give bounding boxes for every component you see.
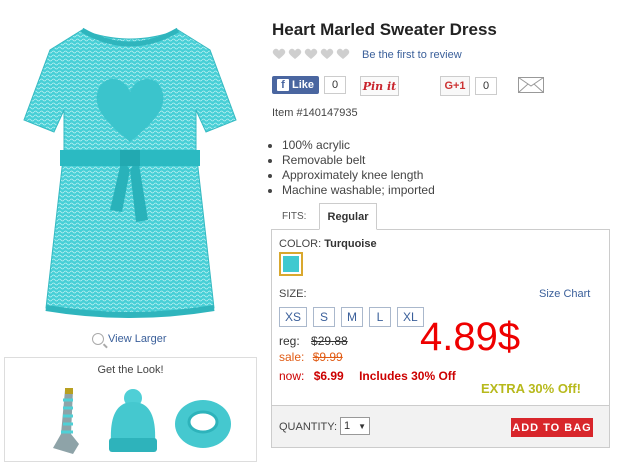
- chevron-down-icon: ▼: [358, 421, 366, 431]
- knit-hat-image[interactable]: [103, 388, 163, 456]
- heart-icon: [288, 48, 302, 59]
- view-larger-link[interactable]: View Larger: [92, 333, 167, 345]
- size-option-xs[interactable]: XS: [279, 307, 308, 327]
- heart-icon: [304, 48, 318, 59]
- google-plus-button[interactable]: G+1: [440, 76, 470, 96]
- facebook-like: f Like 0: [272, 76, 347, 94]
- extra-discount-badge: EXTRA 30% Off!: [481, 381, 581, 396]
- email-icon[interactable]: [518, 77, 544, 93]
- overlay-price: 4.89$: [420, 315, 521, 359]
- rating-hearts: [272, 48, 350, 60]
- now-price: now: $6.99 Includes 30% Off: [279, 369, 456, 383]
- get-the-look-panel: Get the Look!: [4, 357, 257, 462]
- leg-warmer-image[interactable]: [39, 386, 91, 458]
- sale-label: sale:: [279, 350, 305, 364]
- quantity-value: 1: [344, 420, 351, 432]
- quantity-label: QUANTITY:: [279, 421, 338, 433]
- size-option-l[interactable]: L: [369, 307, 392, 327]
- facebook-like-label: Like: [292, 79, 315, 91]
- add-to-bag-button[interactable]: ADD TO BAG: [511, 418, 593, 437]
- now-label: now:: [279, 369, 305, 383]
- color-label-text: COLOR:: [279, 238, 322, 250]
- color-value: Turquoise: [324, 238, 377, 250]
- feature-item: 100% acrylic: [282, 138, 435, 153]
- google-plus-count: 0: [475, 77, 497, 95]
- facebook-like-button[interactable]: f Like: [272, 76, 320, 94]
- sale-price: sale: $9.99: [279, 350, 343, 364]
- size-label: SIZE:: [279, 288, 307, 300]
- google-plus: G+1 0: [440, 76, 497, 96]
- size-option-m[interactable]: M: [341, 307, 364, 327]
- first-review-link[interactable]: Be the first to review: [362, 49, 462, 61]
- product-features: 100% acrylic Removable belt Approximatel…: [270, 138, 435, 198]
- now-price-value: $6.99: [313, 369, 344, 383]
- item-number: Item #140147935: [272, 107, 358, 119]
- regular-price: reg: $29.88: [279, 334, 348, 348]
- get-the-look-title: Get the Look!: [97, 364, 164, 376]
- color-swatch-turquoise[interactable]: [279, 252, 303, 276]
- pinterest-button[interactable]: Pin it: [360, 76, 399, 96]
- feature-item: Machine washable; imported: [282, 183, 435, 198]
- reg-label: reg:: [279, 334, 300, 348]
- sale-price-value: $9.99: [312, 350, 343, 364]
- color-label: COLOR: Turquoise: [279, 238, 377, 250]
- view-larger-label: View Larger: [108, 333, 167, 345]
- heart-icon: [272, 48, 286, 59]
- heart-icon: [320, 48, 334, 59]
- size-options: XS S M L XL: [279, 307, 424, 327]
- feature-item: Approximately knee length: [282, 168, 435, 183]
- magnifier-icon: [92, 333, 104, 345]
- swatch-fill: [283, 256, 299, 272]
- product-title: Heart Marled Sweater Dress: [272, 20, 497, 39]
- facebook-like-count: 0: [324, 76, 347, 94]
- fits-label: FITS:: [282, 211, 307, 222]
- size-option-s[interactable]: S: [313, 307, 336, 327]
- tab-regular[interactable]: Regular: [319, 203, 377, 230]
- size-chart-link[interactable]: Size Chart: [539, 288, 590, 300]
- heart-icon: [336, 48, 350, 59]
- product-image[interactable]: [10, 10, 250, 330]
- includes-discount: Includes 30% Off: [359, 369, 456, 383]
- knit-scarf-image[interactable]: [171, 396, 235, 452]
- feature-item: Removable belt: [282, 153, 435, 168]
- quantity-select[interactable]: 1 ▼: [340, 417, 370, 435]
- facebook-icon: f: [277, 79, 289, 91]
- reg-price: $29.88: [311, 334, 348, 348]
